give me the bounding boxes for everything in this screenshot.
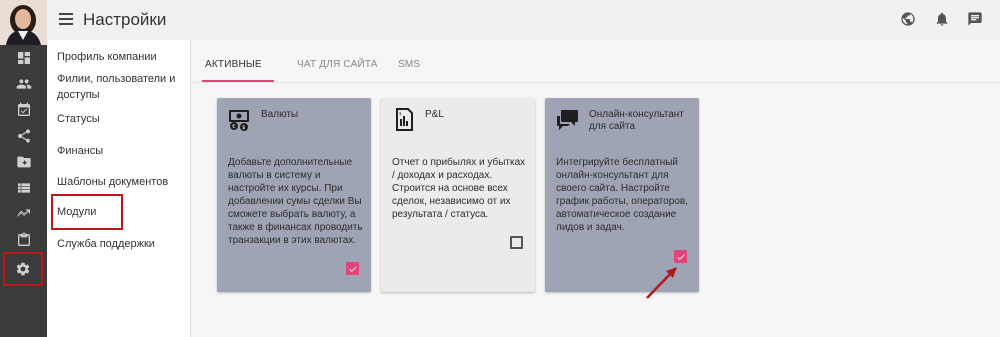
card-description: Добавьте дополнительные валюты в систему… xyxy=(228,157,363,246)
icon-rail xyxy=(0,0,47,337)
people-icon[interactable] xyxy=(0,71,47,97)
menu-item-company-profile[interactable]: Профиль компании xyxy=(57,49,182,65)
calendar-check-icon[interactable] xyxy=(0,97,47,123)
card-description: Интегрируйте бесплатный онлайн-консульта… xyxy=(556,157,688,233)
avatar[interactable] xyxy=(0,0,47,45)
settings-menu: Профиль компании Филии, пользователи и д… xyxy=(47,40,191,337)
share-icon[interactable] xyxy=(0,123,47,149)
dashboard-icon[interactable] xyxy=(0,45,47,71)
page-title: Настройки xyxy=(83,10,167,29)
modules-panel: АКТИВНЫЕ ЧАТ ДЛЯ САЙТА SMS € $ Валюты До… xyxy=(192,40,1000,337)
annotation-arrow xyxy=(646,267,677,299)
gear-icon[interactable] xyxy=(3,252,43,286)
module-card-currencies: € $ Валюты Добавьте дополнительные валют… xyxy=(217,98,371,292)
tab-active[interactable]: АКТИВНЫЕ xyxy=(205,59,262,70)
menu-item-finance[interactable]: Финансы xyxy=(57,143,182,159)
tab-sms[interactable]: SMS xyxy=(398,59,420,70)
menu-item-statuses[interactable]: Статусы xyxy=(57,111,182,127)
report-icon: $ xyxy=(392,108,416,132)
svg-text:$: $ xyxy=(399,111,402,116)
card-title: P&L xyxy=(425,109,444,120)
bell-icon[interactable] xyxy=(934,11,950,27)
trend-icon[interactable] xyxy=(0,201,47,227)
folder-icon[interactable] xyxy=(0,149,47,175)
module-card-pnl: $ P&L Отчет о прибылях и убытках / доход… xyxy=(381,98,535,292)
card-title: Валюты xyxy=(261,109,299,120)
tabs-divider xyxy=(192,82,1000,83)
svg-text:€: € xyxy=(232,124,235,130)
chat-bubbles-icon xyxy=(556,108,580,132)
menu-icon[interactable] xyxy=(59,13,73,25)
clipboard-icon[interactable] xyxy=(0,227,47,253)
chat-icon[interactable] xyxy=(967,11,983,27)
menu-item-branches-users[interactable]: Филии, пользователи и доступы xyxy=(57,71,182,103)
top-bar: Настройки xyxy=(47,0,1000,40)
module-toggle-checkbox[interactable] xyxy=(346,262,359,275)
list-icon[interactable] xyxy=(0,175,47,201)
menu-item-modules[interactable]: Модули xyxy=(51,194,123,230)
globe-icon[interactable] xyxy=(900,11,916,27)
card-title: Онлайн-консультант для сайта xyxy=(589,109,684,132)
svg-text:$: $ xyxy=(242,125,245,131)
tab-site-chat[interactable]: ЧАТ ДЛЯ САЙТА xyxy=(297,59,378,70)
menu-item-doc-templates[interactable]: Шаблоны документов xyxy=(57,174,182,190)
menu-item-support[interactable]: Служба поддержки xyxy=(57,236,182,252)
module-toggle-checkbox[interactable] xyxy=(510,236,523,249)
card-description: Отчет о прибылях и убытках / доходах и р… xyxy=(392,157,526,220)
currency-icon: € $ xyxy=(228,108,252,132)
